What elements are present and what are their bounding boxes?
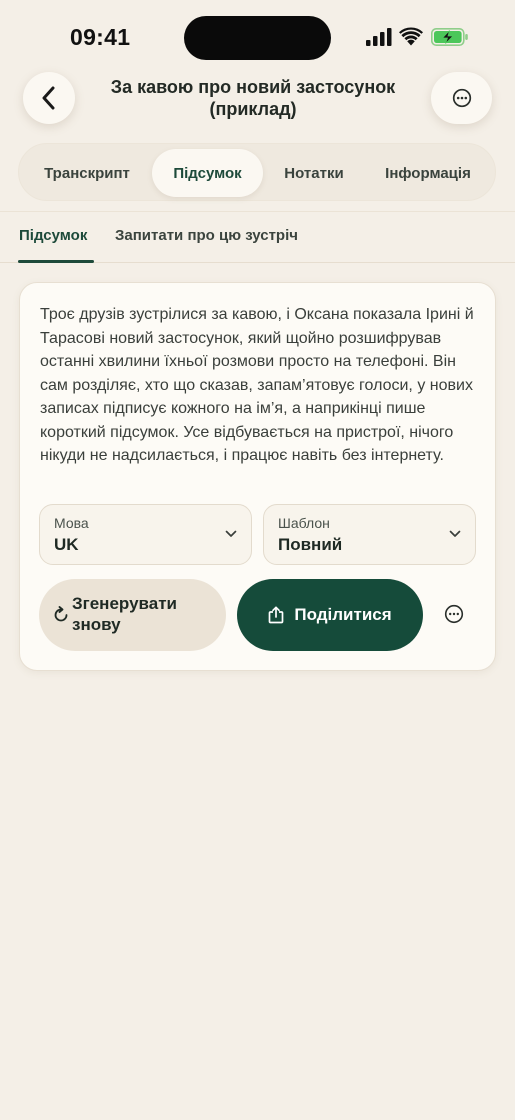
battery-charging-icon xyxy=(431,28,468,46)
subtab-ask-meeting[interactable]: Запитати про цю зустріч xyxy=(115,227,298,244)
summary-text: Троє друзів зустрілися за кавою, і Оксан… xyxy=(40,306,474,464)
status-bar: 09:41 xyxy=(0,0,515,72)
back-button[interactable] xyxy=(23,72,75,124)
language-label: Мова xyxy=(54,515,89,531)
language-select[interactable]: Мова UK xyxy=(39,504,252,565)
view-tabs: Транскрипт Підсумок Нотатки Інформація xyxy=(18,143,496,201)
ellipsis-circle-icon[interactable] xyxy=(444,604,464,624)
tab-info[interactable]: Інформація xyxy=(367,149,489,197)
status-time: 09:41 xyxy=(70,24,131,50)
share-icon xyxy=(268,606,284,624)
meeting-title: За кавою про новий застосунок (приклад) xyxy=(110,77,396,119)
language-value: UK xyxy=(54,535,79,554)
chevron-left-icon xyxy=(42,86,55,110)
active-subtab-indicator xyxy=(18,260,94,263)
template-value: Повний xyxy=(278,535,343,554)
share-label: Поділитися xyxy=(294,605,392,624)
regenerate-label: Згенерувати знову xyxy=(72,594,177,634)
subtab-summary[interactable]: Підсумок xyxy=(19,227,87,244)
wifi-icon xyxy=(399,27,423,46)
share-button[interactable]: Поділитися xyxy=(237,579,423,651)
dynamic-island xyxy=(184,16,331,60)
ellipsis-circle-icon xyxy=(452,88,471,108)
tab-transcript[interactable]: Транскрипт xyxy=(24,149,150,197)
refresh-icon xyxy=(54,606,68,622)
tab-notes[interactable]: Нотатки xyxy=(267,149,361,197)
chevron-down-icon xyxy=(225,530,237,537)
summary-card: Троє друзів зустрілися за кавою, і Оксан… xyxy=(19,282,496,671)
tab-summary[interactable]: Підсумок xyxy=(152,149,263,197)
template-label: Шаблон xyxy=(278,515,330,531)
template-select[interactable]: Шаблон Повний xyxy=(263,504,476,565)
divider xyxy=(0,211,515,212)
more-options-button[interactable] xyxy=(431,72,492,124)
regenerate-button[interactable]: Згенерувати знову xyxy=(39,579,226,651)
chevron-down-icon xyxy=(449,530,461,537)
cellular-signal-icon xyxy=(366,28,392,46)
